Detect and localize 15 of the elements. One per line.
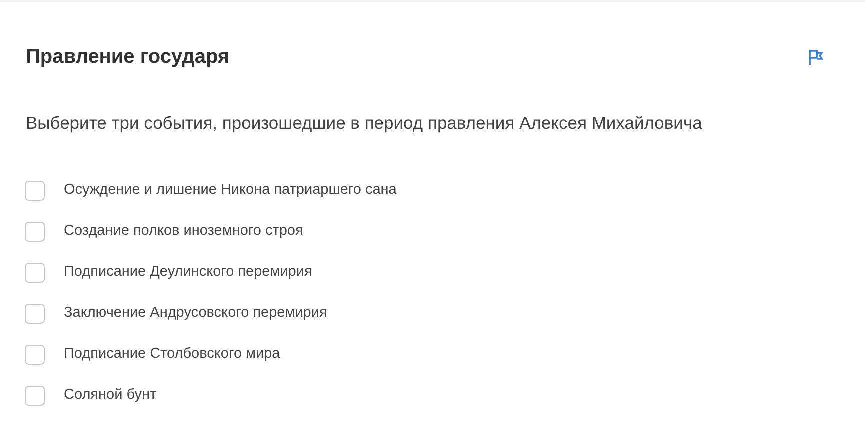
option-label: Заключение Андрусовского перемирия	[64, 304, 328, 324]
option-label: Подписание Столбовского мира	[64, 345, 280, 364]
question-text: Выберите три события, произошедшие в период правления Алексея Михайловича	[25, 112, 704, 135]
checkbox[interactable]	[25, 263, 45, 284]
checkbox[interactable]	[25, 222, 45, 242]
option-label: Осуждение и лишение Никона патриаршего сана	[64, 181, 397, 200]
option-label: Создание полков иноземного строя	[64, 222, 304, 242]
checkbox[interactable]	[25, 181, 45, 202]
checkbox[interactable]	[25, 345, 45, 366]
option-label: Подписание Деулинского перемирия	[64, 263, 312, 282]
question-title: Правление государя	[26, 45, 230, 70]
checkbox[interactable]	[25, 304, 45, 324]
option-label: Соляной бунт	[64, 386, 157, 406]
flag-icon[interactable]	[807, 48, 825, 66]
checkbox[interactable]	[25, 386, 45, 406]
